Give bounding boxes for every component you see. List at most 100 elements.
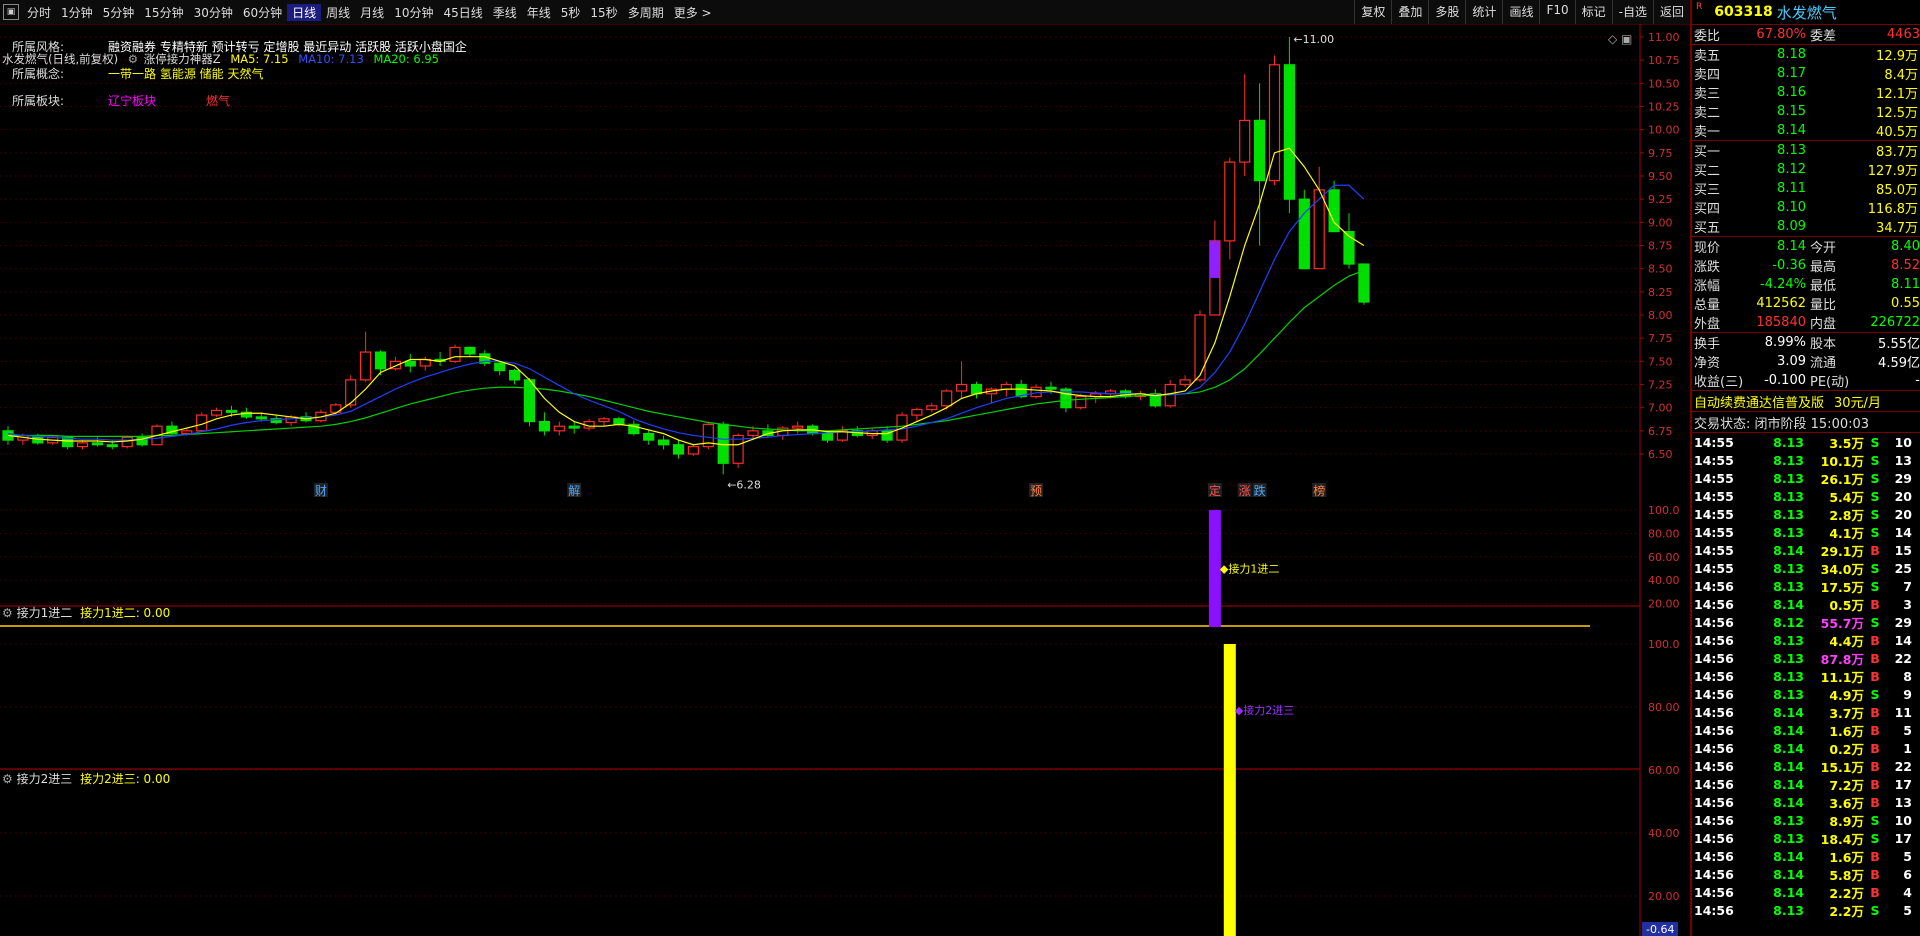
tick-row[interactable]: 14:56 8.14 0.5万 B 3 (1692, 595, 1920, 613)
tag-value[interactable]: 融资融券 专精特新 预计转亏 定增股 最近异动 活跃股 活跃小盘国企 (108, 40, 467, 54)
tick-price: 8.14 (1773, 596, 1804, 612)
panel2-signal-bar (1223, 644, 1236, 936)
period-tab[interactable]: 1分钟 (56, 4, 98, 21)
tick-volume: 7.2万 (1829, 777, 1864, 793)
tool-button[interactable]: 标记 (1574, 0, 1612, 24)
book-row[interactable]: 卖五 8.18 12.9万 (1692, 45, 1920, 64)
tick-side: S (1870, 830, 1880, 846)
tag-value[interactable]: 一带一路 氢能源 储能 天然气 (108, 67, 263, 81)
tick-row[interactable]: 14:56 8.13 4.4万 B 14 (1692, 631, 1920, 649)
tick-count: 5 (1903, 848, 1912, 864)
expand-icon[interactable]: ◇ ▣ (1608, 32, 1632, 46)
tick-row[interactable]: 14:56 8.14 1.6万 B 5 (1692, 847, 1920, 865)
period-tab[interactable]: 多周期 (623, 4, 669, 21)
tick-count: 22 (1894, 650, 1912, 666)
book-row[interactable]: 买一 8.13 83.7万 (1692, 141, 1920, 160)
book-row[interactable]: 卖三 8.16 12.1万 (1692, 83, 1920, 102)
panel1-gear-icon[interactable]: ⚙ (2, 606, 13, 620)
promo-row[interactable]: 自动续费通达信普及版 30元/月 (1692, 390, 1920, 411)
tick-row[interactable]: 14:56 8.14 7.2万 B 17 (1692, 775, 1920, 793)
period-tab[interactable]: 月线 (355, 4, 389, 21)
tick-row[interactable]: 14:55 8.13 4.1万 S 14 (1692, 523, 1920, 541)
stat-row: 现价 8.14 今开 8.40 (1692, 237, 1920, 256)
candle-body (613, 418, 625, 425)
tick-row[interactable]: 14:56 8.14 15.1万 B 22 (1692, 757, 1920, 775)
book-row[interactable]: 买四 8.10 116.8万 (1692, 198, 1920, 217)
tick-row[interactable]: 14:56 8.13 2.2万 S 5 (1692, 901, 1920, 919)
tool-button[interactable]: 叠加 (1391, 0, 1428, 24)
period-tab[interactable]: 5分钟 (98, 4, 140, 21)
tick-row[interactable]: 14:56 8.13 18.4万 S 17 (1692, 829, 1920, 847)
tick-row[interactable]: 14:56 8.14 5.8万 B 6 (1692, 865, 1920, 883)
stat-value: 226722 (1870, 315, 1920, 330)
period-tab[interactable]: 45日线 (438, 4, 487, 21)
candle-body (657, 439, 670, 446)
book-row[interactable]: 买二 8.12 127.9万 (1692, 160, 1920, 179)
tool-button[interactable]: 返回 (1652, 0, 1690, 24)
tick-row[interactable]: 14:55 8.14 29.1万 B 15 (1692, 541, 1920, 559)
tick-row[interactable]: 14:55 8.13 34.0万 S 25 (1692, 559, 1920, 577)
tick-row[interactable]: 14:56 8.14 2.2万 B 4 (1692, 883, 1920, 901)
book-row[interactable]: 卖一 8.14 40.5万 (1692, 121, 1920, 140)
book-row[interactable]: 买三 8.11 85.0万 (1692, 179, 1920, 198)
period-tab[interactable]: 5秒 (556, 4, 586, 21)
tool-button[interactable]: -自选 (1611, 0, 1653, 24)
tick-row[interactable]: 14:55 8.13 5.4万 S 20 (1692, 487, 1920, 505)
period-tab[interactable]: 季线 (488, 4, 522, 21)
tick-side: S (1870, 470, 1880, 486)
tick-row[interactable]: 14:55 8.13 3.5万 S 10 (1692, 433, 1920, 451)
period-tab[interactable]: 15秒 (585, 4, 622, 21)
period-tab[interactable]: 60分钟 (238, 4, 287, 21)
book-row[interactable]: 卖四 8.17 8.4万 (1692, 64, 1920, 83)
chart-canvas[interactable]: 11.00 10.75 10.50 10.25 10.00 9.75 9.50 9.25 9.0… (0, 24, 1690, 936)
tag-value[interactable]: 辽宁板块 (108, 94, 156, 108)
candle-body (941, 390, 953, 407)
period-tab[interactable]: 年线 (522, 4, 556, 21)
tool-button[interactable]: 统计 (1465, 0, 1502, 24)
tick-row[interactable]: 14:56 8.13 87.8万 B 22 (1692, 649, 1920, 667)
promo-price[interactable]: 30元/月 (1834, 392, 1881, 411)
tag-value[interactable]: 燃气 (206, 94, 230, 108)
tick-row[interactable]: 14:56 8.12 55.7万 S 29 (1692, 613, 1920, 631)
tool-button[interactable]: F10 (1539, 0, 1574, 24)
tool-button[interactable]: 画线 (1502, 0, 1539, 24)
period-tab[interactable]: 10分钟 (389, 4, 438, 21)
panel2-tick: 100.0 (1648, 638, 1680, 651)
period-tab[interactable]: 30分钟 (189, 4, 238, 21)
tick-row[interactable]: 14:56 8.14 3.6万 B 13 (1692, 793, 1920, 811)
tick-row[interactable]: 14:56 8.13 8.9万 S 10 (1692, 811, 1920, 829)
period-tab[interactable]: 周线 (321, 4, 355, 21)
tick-row[interactable]: 14:56 8.14 0.2万 B 1 (1692, 739, 1920, 757)
period-tab[interactable]: 分时 (22, 4, 56, 21)
book-row[interactable]: 买五 8.09 34.7万 (1692, 217, 1920, 236)
kline-chart[interactable]: 11.00 10.75 10.50 10.25 10.00 9.75 9.50 9.25 9.0… (0, 24, 1690, 936)
panel2-title[interactable]: 接力2进三 (17, 772, 73, 786)
candle-body (225, 409, 238, 413)
tool-button[interactable]: 多股 (1428, 0, 1465, 24)
book-row[interactable]: 卖二 8.15 12.5万 (1692, 102, 1920, 121)
panel2-gear-icon[interactable]: ⚙ (2, 772, 13, 786)
period-tab[interactable]: 更多 > (669, 4, 717, 21)
tick-row[interactable]: 14:56 8.14 3.7万 B 11 (1692, 703, 1920, 721)
tick-count: 5 (1903, 902, 1912, 918)
tick-row[interactable]: 14:56 8.13 4.9万 S 9 (1692, 685, 1920, 703)
period-tabs: 分时 1分钟 5分钟 15分钟 30分钟 60分钟 日线 周线 月线 10分钟 45日线 季线 年线 5秒… (22, 3, 717, 21)
panel1-title[interactable]: 接力1进二 (17, 606, 73, 620)
book-label: 卖四 (1694, 68, 1721, 83)
tool-button[interactable]: 复权 (1354, 0, 1391, 24)
tick-time: 14:56 (1694, 830, 1734, 846)
tick-row[interactable]: 14:56 8.13 11.1万 B 8 (1692, 667, 1920, 685)
tick-row[interactable]: 14:55 8.13 10.1万 S 13 (1692, 451, 1920, 469)
layout-icon[interactable]: ▣ (3, 4, 19, 20)
stat-label: 内盘 (1810, 317, 1837, 332)
tick-side: B (1870, 884, 1880, 900)
tick-side: S (1870, 452, 1880, 468)
tick-row[interactable]: 14:55 8.13 2.8万 S 20 (1692, 505, 1920, 523)
tick-row[interactable]: 14:56 8.13 17.5万 S 7 (1692, 577, 1920, 595)
tick-list[interactable]: 14:55 8.13 3.5万 S 10 14:55 8.13 10.1万 S 13 14:55 8.… (1692, 432, 1920, 919)
tick-row[interactable]: 14:56 8.14 1.6万 B 5 (1692, 721, 1920, 739)
tick-row[interactable]: 14:55 8.13 26.1万 S 29 (1692, 469, 1920, 487)
period-tab[interactable]: 15分钟 (139, 4, 188, 21)
promo-text[interactable]: 自动续费通达信普及版 (1692, 392, 1824, 411)
period-tab[interactable]: 日线 (287, 3, 322, 21)
